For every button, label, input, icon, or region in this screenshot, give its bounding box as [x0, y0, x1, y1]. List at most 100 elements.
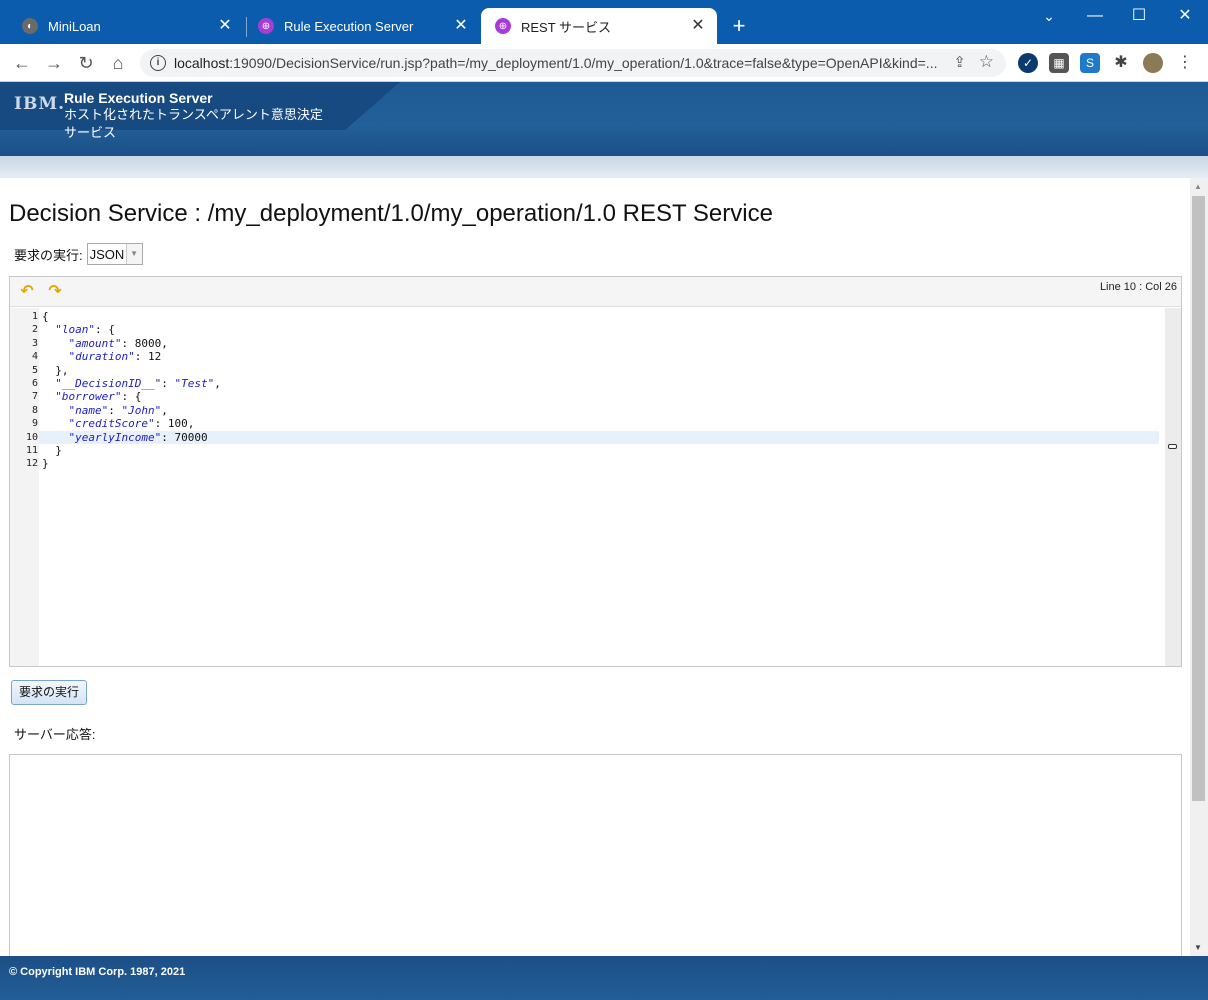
code-line[interactable]: 10 "yearlyIncome": 70000 — [24, 430, 1159, 444]
tab-rule-execution-server[interactable]: ⊕ Rule Execution Server ✕ — [244, 8, 480, 44]
json-plain-token — [42, 417, 69, 430]
code-line[interactable]: 12} — [24, 457, 1159, 470]
site-info-icon[interactable]: i — [150, 55, 166, 71]
tab-rest-service[interactable]: ⊕ REST サービス ✕ — [481, 8, 717, 44]
json-string-token: "name" — [68, 403, 109, 417]
back-arrow-icon[interactable]: ← — [9, 50, 35, 76]
json-plain-token — [42, 350, 69, 363]
run-request-button[interactable]: 要求の実行 — [11, 680, 88, 705]
page-title: Decision Service : /my_deployment/1.0/my… — [9, 200, 773, 227]
code-line[interactable]: 4 "duration": 12 — [24, 350, 1159, 363]
tab-title: REST サービス — [521, 19, 612, 35]
code-line[interactable]: 3 "amount": 8000, — [24, 337, 1159, 350]
page-scrollbar[interactable]: ▲ ▼ — [1190, 178, 1208, 956]
json-plain-token: : { — [95, 323, 115, 337]
code-line[interactable]: 11 } — [24, 444, 1159, 457]
code-line[interactable]: 8 "name": "John", — [24, 404, 1159, 417]
code-line[interactable]: 7 "borrower": { — [24, 390, 1159, 403]
scroll-up-icon[interactable]: ▲ — [1194, 182, 1202, 191]
json-plain-token: : 8000, — [121, 336, 168, 350]
product-subtitle: ホスト化されたトランスペアレント意思決定サービス — [64, 107, 323, 140]
redo-icon[interactable]: ↷ — [46, 283, 64, 301]
minimize-button[interactable]: — — [1072, 0, 1118, 32]
line-number: 2 — [31, 324, 38, 336]
json-string-token: "yearlyIncome" — [68, 430, 162, 444]
service-icon: ⊕ — [495, 18, 511, 34]
json-string-token: "amount" — [68, 336, 122, 350]
server-response-label: サーバー応答: — [14, 727, 96, 742]
server-response-area[interactable] — [9, 754, 1182, 956]
code-line[interactable]: 1{ — [24, 310, 1159, 323]
ibm-logo: IBM. — [14, 94, 66, 114]
code-line[interactable]: 9 "creditScore": 100, — [24, 417, 1159, 430]
globe-icon: ◐ — [22, 18, 38, 34]
url-text[interactable]: localhost:19090/DecisionService/run.jsp?… — [174, 55, 937, 71]
forward-arrow-icon[interactable]: → — [41, 50, 67, 76]
reload-icon[interactable]: ↻ — [73, 50, 99, 76]
browser-chrome: ◐ MiniLoan ✕ ⊕ Rule Execution Server ✕ ⊕… — [0, 0, 1208, 82]
json-plain-token: : 100, — [154, 417, 195, 431]
tab-miniloan[interactable]: ◐ MiniLoan ✕ — [8, 8, 244, 44]
page-footer: © Copyright IBM Corp. 1987, 2021 — [0, 956, 1208, 1000]
json-string-token: "borrower" — [55, 390, 122, 404]
close-tab-icon[interactable]: ✕ — [452, 17, 470, 35]
menu-kebab-icon[interactable]: ⋮ — [1175, 53, 1195, 73]
code-line[interactable]: 2 "loan": { — [24, 323, 1159, 336]
json-string-token: "loan" — [55, 323, 95, 337]
tab-search-button[interactable]: ⌄ — [1026, 0, 1072, 32]
code-line-text: "creditScore": 100, — [39, 417, 1159, 430]
code-line-text: "yearlyIncome": 70000 — [39, 430, 1159, 444]
scroll-down-icon[interactable]: ▼ — [1194, 943, 1202, 952]
close-tab-icon[interactable]: ✕ — [689, 17, 707, 35]
code-line-text: } — [39, 444, 1159, 457]
json-plain-token: : — [108, 403, 122, 417]
code-line-text: { — [39, 310, 1159, 323]
home-icon[interactable]: ⌂ — [105, 50, 131, 76]
json-string-token: "duration" — [68, 350, 135, 364]
format-select[interactable]: JSON ▼ — [86, 243, 143, 265]
line-number: 4 — [31, 351, 38, 363]
maximize-button[interactable]: ☐ — [1116, 0, 1162, 32]
extension-s-icon[interactable]: S — [1080, 53, 1100, 73]
extension-check-icon[interactable]: ✓ — [1018, 53, 1038, 73]
request-editor[interactable]: ↶ ↷ Line 10 : Col 26 1{2 "loan": {3 "amo… — [9, 276, 1182, 667]
json-plain-token: : 12 — [134, 350, 162, 364]
editor-scrollbar[interactable] — [1165, 308, 1181, 666]
json-plain-token: } — [42, 443, 62, 457]
profile-avatar[interactable] — [1143, 53, 1163, 73]
close-tab-icon[interactable]: ✕ — [216, 17, 234, 35]
code-line[interactable]: 6 "__DecisionID__": "Test", — [24, 377, 1159, 390]
code-line[interactable]: 5 }, — [24, 364, 1159, 377]
cursor-marker — [1168, 444, 1177, 449]
bookmark-star-icon[interactable]: ☆ — [979, 52, 994, 72]
extension-puzzle-alt-icon[interactable]: ▦ — [1049, 53, 1069, 73]
scrollbar-thumb[interactable] — [1192, 196, 1205, 801]
code-line-text: "amount": 8000, — [39, 337, 1159, 350]
cursor-position: Line 10 : Col 26 — [1099, 281, 1177, 293]
share-icon[interactable]: ⇪ — [953, 53, 966, 71]
line-number: 8 — [31, 404, 38, 416]
json-plain-token: }, — [42, 363, 69, 377]
code-line-text: "duration": 12 — [39, 350, 1159, 363]
json-plain-token: : 70000 — [161, 430, 208, 444]
json-plain-token — [42, 390, 55, 403]
line-number: 5 — [31, 364, 38, 376]
extensions-puzzle-icon[interactable]: ✱ — [1111, 53, 1131, 73]
tab-title: Rule Execution Server — [284, 18, 414, 34]
json-string-token: "John" — [121, 403, 162, 417]
copyright-text: © Copyright IBM Corp. 1987, 2021 — [9, 966, 186, 978]
chevron-down-icon: ▼ — [125, 244, 142, 264]
service-icon: ⊕ — [258, 18, 274, 34]
page-header: IBM. Rule Execution Server ホスト化されたトランスペア… — [0, 82, 1208, 156]
format-value: JSON — [89, 246, 125, 262]
close-window-button[interactable]: ✕ — [1162, 0, 1208, 32]
line-number: 9 — [31, 418, 38, 430]
line-number: 12 — [25, 458, 38, 470]
undo-icon[interactable]: ↶ — [18, 283, 36, 301]
code-line-text: "__DecisionID__": "Test", — [39, 377, 1159, 390]
line-number: 10 — [25, 431, 38, 443]
code-area[interactable]: 1{2 "loan": {3 "amount": 8000, 4 "duratio… — [24, 310, 1159, 471]
json-plain-token: : — [161, 376, 175, 390]
new-tab-button[interactable]: + — [726, 13, 752, 39]
address-bar[interactable]: i localhost:19090/DecisionService/run.js… — [140, 49, 1006, 77]
